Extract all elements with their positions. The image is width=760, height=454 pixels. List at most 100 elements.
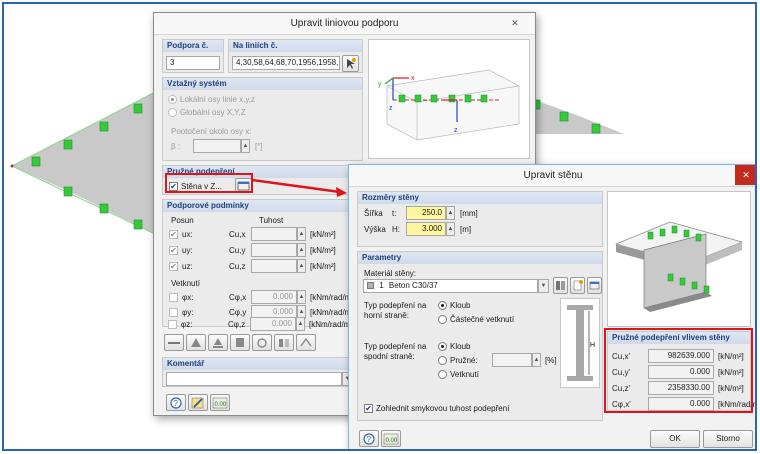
lines-group: Na liniích č. 4,30,58,64,68,70,1956,1958… (228, 39, 363, 73)
phiy-label: φy: (182, 308, 194, 317)
top-support-label-2: horní straně: (364, 311, 409, 320)
cuy-unit: [kN/m²] (310, 246, 336, 255)
units-icon: 0.00 (383, 433, 399, 445)
rotation-support-icon (257, 338, 267, 348)
lines-input[interactable]: 4,30,58,64,68,70,1956,1958,195 (232, 56, 340, 70)
beta-spinner[interactable]: ▲ (241, 139, 250, 153)
dialog1-help-button[interactable]: ? (166, 394, 186, 411)
support-free-button[interactable] (164, 334, 184, 351)
material-dropdown[interactable]: ▼ (538, 279, 549, 293)
wall-parameters-header: Parametry (358, 252, 602, 264)
dialog2-units-button[interactable]: 0.00 (381, 430, 401, 447)
phix-checkbox[interactable] (169, 293, 178, 302)
material-color-swatch (367, 282, 374, 289)
cux-input[interactable] (251, 227, 297, 241)
material-edit-button[interactable] (587, 277, 602, 294)
close-icon: ✕ (511, 18, 519, 28)
cphiz-label: Cφ,z (228, 320, 246, 329)
uz-checkbox[interactable]: ✔ (169, 262, 178, 271)
wall-dimensions-header: Rozměry stěny (358, 192, 602, 204)
uz-label: uz: (182, 262, 193, 271)
bottom-elastic-label: Pružné: (450, 356, 478, 365)
wall-parameters-group: Parametry Materiál stěny: 1 Beton C30/37… (357, 251, 603, 421)
support-fixed-button[interactable] (230, 334, 250, 351)
wall-section-image: H (560, 298, 600, 388)
support-preview-drawing: x y z z (378, 69, 520, 141)
line-support-icon (168, 342, 180, 344)
cuz-spinner[interactable]: ▲ (297, 259, 306, 273)
wall-section-drawing: H (567, 305, 595, 381)
shift-label: Posun (171, 216, 194, 225)
pick-lines-button[interactable] (342, 55, 359, 72)
screenshot-frame: Upravit liniovou podporu ✕ Podpora č. 3 … (2, 2, 757, 451)
dialog1-units-button[interactable]: 0.00 (210, 394, 230, 411)
cphiz-spinner[interactable]: ▲ (296, 317, 305, 331)
wall-width-spinner[interactable]: ▲ (446, 206, 455, 220)
bottom-elastic-radio[interactable] (438, 356, 447, 365)
support-hinged-button[interactable] (186, 334, 206, 351)
cuy-spinner[interactable]: ▲ (297, 243, 306, 257)
bottom-elastic-spinner[interactable]: ▲ (532, 353, 541, 367)
top-partial-label: Částečné vetknutí (450, 315, 515, 324)
dialog1-edit-button[interactable] (188, 394, 208, 411)
support-nonlinear-button[interactable] (296, 334, 316, 351)
support-sliding-button[interactable] (208, 334, 228, 351)
edit-dialog-icon (589, 281, 600, 290)
ok-button[interactable]: OK (650, 430, 700, 448)
cancel-button[interactable]: Storno (703, 430, 753, 448)
restraint-label: Vetknutí (171, 279, 200, 288)
material-number: 1 (379, 281, 384, 290)
top-hinge-radio[interactable] (438, 301, 447, 310)
support-number-group: Podpora č. 3 (162, 39, 224, 73)
cux-spinner[interactable]: ▲ (297, 227, 306, 241)
material-new-button[interactable] (570, 277, 585, 294)
lines-label: Na liniích č. (229, 40, 362, 52)
bottom-fixed-radio[interactable] (438, 370, 447, 379)
cuz-input[interactable] (251, 259, 297, 273)
phiy-checkbox[interactable] (169, 308, 178, 317)
wall-height-spinner[interactable]: ▲ (446, 222, 455, 236)
material-library-button[interactable] (553, 277, 568, 294)
cuy-label: Cu,y (229, 246, 246, 255)
cphix-input[interactable]: 0.000 (251, 290, 297, 304)
top-hinge-label: Kloub (450, 301, 471, 310)
support-rotation-button[interactable] (252, 334, 272, 351)
dialog2-close-button[interactable]: ✕ (735, 165, 755, 185)
cphix-spinner[interactable]: ▲ (297, 290, 306, 304)
width-label: Šířka (364, 209, 383, 218)
top-partial-radio[interactable] (438, 315, 447, 324)
comment-input[interactable] (166, 372, 342, 386)
cuy-input[interactable] (251, 243, 297, 257)
dialog2-help-button[interactable]: ? (359, 430, 379, 447)
phiz-checkbox[interactable] (168, 320, 177, 329)
cux-unit: [kN/m²] (310, 230, 336, 239)
reference-system-group: Vztažný systém Lokální osy linie x,y,z G… (162, 77, 363, 161)
uy-checkbox[interactable]: ✔ (169, 246, 178, 255)
dialog1-close-button[interactable]: ✕ (501, 16, 529, 31)
support-wall-button[interactable] (274, 334, 294, 351)
support-number-label: Podpora č. (163, 40, 223, 52)
rotation-label: Pootočení okolo osy x: (171, 127, 252, 136)
support-conditions-group: Podporové podmínky Posun Tuhost ✔ ux: Cu… (162, 199, 363, 327)
stiffness-label: Tuhost (259, 216, 284, 225)
ux-checkbox[interactable]: ✔ (169, 230, 178, 239)
height-symbol: H: (392, 225, 400, 234)
edit-pencil-icon (191, 397, 204, 409)
support-number-field[interactable]: 3 (166, 56, 220, 70)
beta-unit: [°] (255, 142, 263, 151)
bottom-elastic-unit: [%] (545, 356, 557, 365)
axis-z2-label: z (454, 127, 458, 134)
material-name: Beton C30/37 (388, 281, 438, 290)
beta-input[interactable] (193, 139, 241, 153)
local-axes-radio[interactable] (168, 95, 177, 104)
global-axes-radio[interactable] (168, 108, 177, 117)
wall-height-input[interactable]: 3.000 (406, 222, 446, 236)
cphiz-input[interactable]: 0.000 (250, 317, 296, 331)
material-select[interactable]: 1 Beton C30/37 (363, 279, 538, 293)
bottom-hinge-radio[interactable] (438, 342, 447, 351)
shear-stiffness-checkbox[interactable]: ✔ (364, 404, 373, 413)
wall-highlight-box (165, 173, 253, 193)
close-icon: ✕ (742, 170, 750, 180)
bottom-elastic-input[interactable] (492, 353, 532, 367)
wall-width-input[interactable]: 250.0 (406, 206, 446, 220)
